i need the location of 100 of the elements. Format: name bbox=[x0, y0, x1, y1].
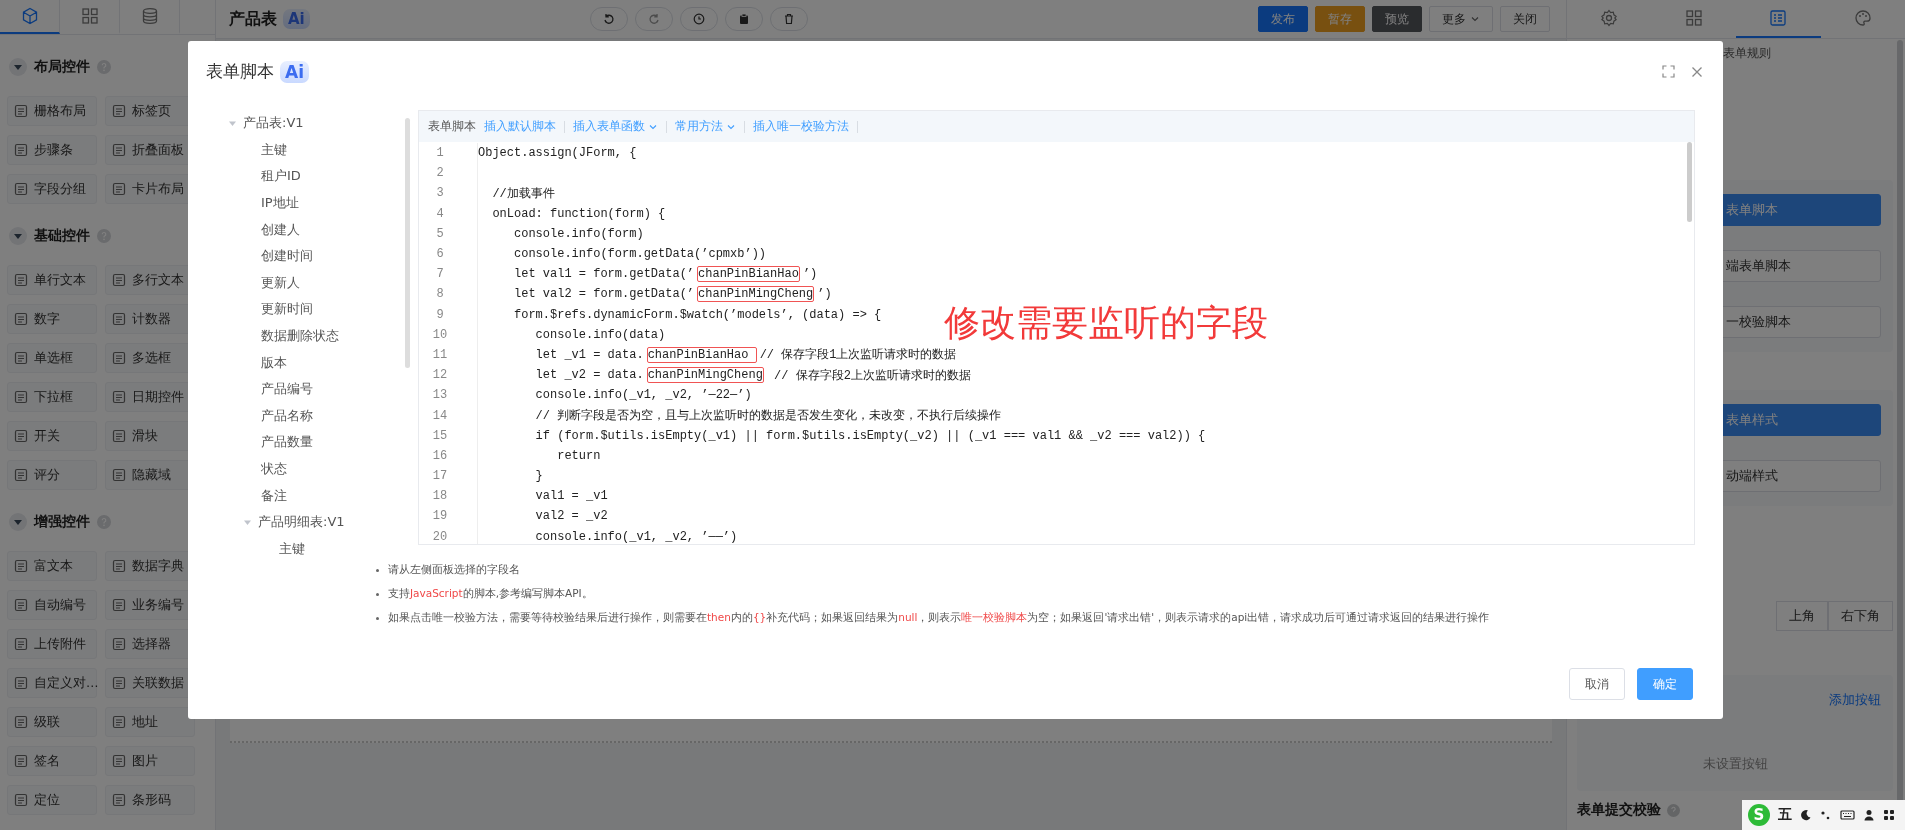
tree-item[interactable]: 产品表:V1 bbox=[243, 114, 304, 133]
note-text: 请从左侧面板选择的字段名 bbox=[388, 563, 520, 577]
widget-icon bbox=[14, 754, 28, 768]
position-option[interactable]: 上角 bbox=[1776, 601, 1828, 631]
cancel-button[interactable]: 取消 bbox=[1569, 668, 1625, 700]
widget-item[interactable]: 自定义对… bbox=[7, 668, 97, 698]
widget-item[interactable]: 数字 bbox=[7, 304, 97, 334]
line-number: 1 bbox=[435, 146, 445, 161]
tree-item[interactable]: 产品名称 bbox=[261, 406, 313, 425]
tree-item[interactable]: 版本 bbox=[261, 353, 287, 372]
collapse-caret-icon[interactable] bbox=[9, 58, 27, 76]
widget-icon bbox=[14, 143, 28, 157]
close-icon[interactable] bbox=[1691, 65, 1703, 78]
tree-item[interactable]: 产品数量 bbox=[261, 433, 313, 452]
line-number: 16 bbox=[431, 448, 449, 463]
line-number: 17 bbox=[431, 469, 449, 484]
toolbar-button[interactable]: 发布 bbox=[1258, 6, 1308, 32]
tree-item[interactable]: 租户ID bbox=[261, 167, 301, 186]
widget-item[interactable]: 单选框 bbox=[7, 343, 97, 373]
punctuation-icon[interactable] bbox=[1820, 809, 1832, 821]
widget-icon bbox=[112, 793, 126, 807]
toolbar-button[interactable]: 关闭 bbox=[1500, 6, 1550, 32]
tree-item[interactable]: 更新人 bbox=[261, 273, 300, 292]
moon-icon[interactable] bbox=[1800, 809, 1812, 821]
code-text: // 保存字段2上次监听请求时的数据 bbox=[773, 367, 971, 384]
toolbar-button[interactable]: 预览 bbox=[1372, 6, 1422, 32]
tree-item[interactable]: 主键 bbox=[261, 140, 287, 159]
tree-item[interactable]: 备注 bbox=[261, 486, 287, 505]
code-text: console.info(_v1, _v2, ’——’) bbox=[534, 529, 738, 544]
tree-item[interactable]: 创建时间 bbox=[261, 247, 313, 266]
toolbar-button[interactable] bbox=[769, 7, 808, 31]
code-text: console.info(form) bbox=[513, 226, 644, 241]
toolbar-button[interactable] bbox=[724, 7, 763, 31]
line-number: 6 bbox=[435, 247, 445, 262]
insert-link[interactable]: 插入表单函数 bbox=[573, 119, 658, 134]
tree-item[interactable]: 数据删除状态 bbox=[261, 327, 339, 346]
widget-item[interactable]: 地址 bbox=[105, 707, 195, 737]
collapse-caret-icon[interactable] bbox=[9, 513, 27, 531]
code-text: let _v2 = data. bbox=[534, 368, 644, 383]
code-text: return bbox=[556, 448, 601, 463]
tree-item[interactable]: 更新时间 bbox=[261, 300, 313, 319]
line-number: 19 bbox=[431, 509, 449, 524]
tree-item[interactable]: 产品明细表:V1 bbox=[258, 513, 345, 532]
user-icon[interactable] bbox=[1863, 809, 1875, 821]
scrollbar[interactable] bbox=[405, 118, 410, 368]
code-text: let _v1 = data. bbox=[534, 347, 644, 362]
toolbar-button[interactable] bbox=[589, 7, 628, 31]
widget-item[interactable]: 下拉框 bbox=[7, 382, 97, 412]
widget-item[interactable]: 签名 bbox=[7, 746, 97, 776]
widget-item[interactable]: 步骤条 bbox=[7, 135, 97, 165]
grid-icon bbox=[80, 7, 99, 25]
widget-item[interactable]: 富文本 bbox=[7, 551, 97, 581]
ime-logo[interactable]: S bbox=[1748, 804, 1770, 826]
widget-item[interactable]: 上传附件 bbox=[7, 629, 97, 659]
scrollbar[interactable] bbox=[1687, 142, 1692, 222]
widget-icon bbox=[112, 390, 126, 404]
toolbar-button[interactable] bbox=[679, 7, 718, 31]
widget-item[interactable]: 条形码 bbox=[105, 785, 195, 815]
confirm-button[interactable]: 确定 bbox=[1637, 668, 1693, 700]
undo-icon bbox=[602, 13, 615, 25]
collapse-caret-icon[interactable] bbox=[9, 227, 27, 245]
widget-icon bbox=[14, 182, 28, 196]
position-option[interactable]: 右下角 bbox=[1828, 601, 1893, 631]
toolbar-button[interactable]: 更多 bbox=[1429, 6, 1493, 32]
insert-link[interactable]: 插入唯一校验方法 bbox=[753, 119, 849, 134]
tree-item[interactable]: IP地址 bbox=[261, 194, 299, 213]
widget-item[interactable]: 定位 bbox=[7, 785, 97, 815]
widget-item[interactable]: 单行文本 bbox=[7, 265, 97, 295]
fullscreen-icon[interactable] bbox=[1662, 65, 1675, 78]
tree-item[interactable]: 产品编号 bbox=[261, 380, 313, 399]
add-button-link[interactable]: 添加按钮 bbox=[1829, 691, 1881, 709]
insert-link[interactable]: 常用方法 bbox=[675, 119, 736, 134]
widget-item[interactable]: 字段分组 bbox=[7, 174, 97, 204]
code-text: // 保存字段1上次监听请求时的数据 bbox=[759, 347, 957, 364]
widget-icon bbox=[14, 468, 28, 482]
insert-link[interactable]: 插入默认脚本 bbox=[484, 119, 556, 134]
boxed-code-text: chanPinMingCheng bbox=[697, 286, 815, 303]
tree-item[interactable]: 创建人 bbox=[261, 220, 300, 239]
palette-icon bbox=[1853, 9, 1872, 27]
widget-icon bbox=[112, 754, 126, 768]
tree-item[interactable]: 主键 bbox=[279, 539, 305, 558]
widget-item[interactable]: 开关 bbox=[7, 421, 97, 451]
input-mode[interactable]: 五 bbox=[1778, 806, 1792, 824]
line-number: 9 bbox=[435, 307, 445, 322]
keyboard-icon[interactable] bbox=[1840, 809, 1855, 821]
widget-item[interactable]: 级联 bbox=[7, 707, 97, 737]
editor-label: 表单脚本 bbox=[428, 119, 476, 134]
widget-item[interactable]: 图片 bbox=[105, 746, 195, 776]
tree-item[interactable]: 状态 bbox=[261, 460, 287, 478]
widget-icon bbox=[112, 676, 126, 690]
form-icon bbox=[1769, 9, 1788, 27]
code-text: ’) bbox=[817, 287, 832, 302]
widget-icon bbox=[14, 637, 28, 651]
trash-icon bbox=[782, 13, 795, 25]
sidebar-tab[interactable] bbox=[0, 0, 60, 34]
widget-item[interactable]: 评分 bbox=[7, 460, 97, 490]
grid-icon[interactable] bbox=[1883, 809, 1895, 821]
help-icon bbox=[1667, 803, 1680, 817]
widget-item[interactable]: 自动编号 bbox=[7, 590, 97, 620]
widget-item[interactable]: 栅格布局 bbox=[7, 96, 97, 126]
